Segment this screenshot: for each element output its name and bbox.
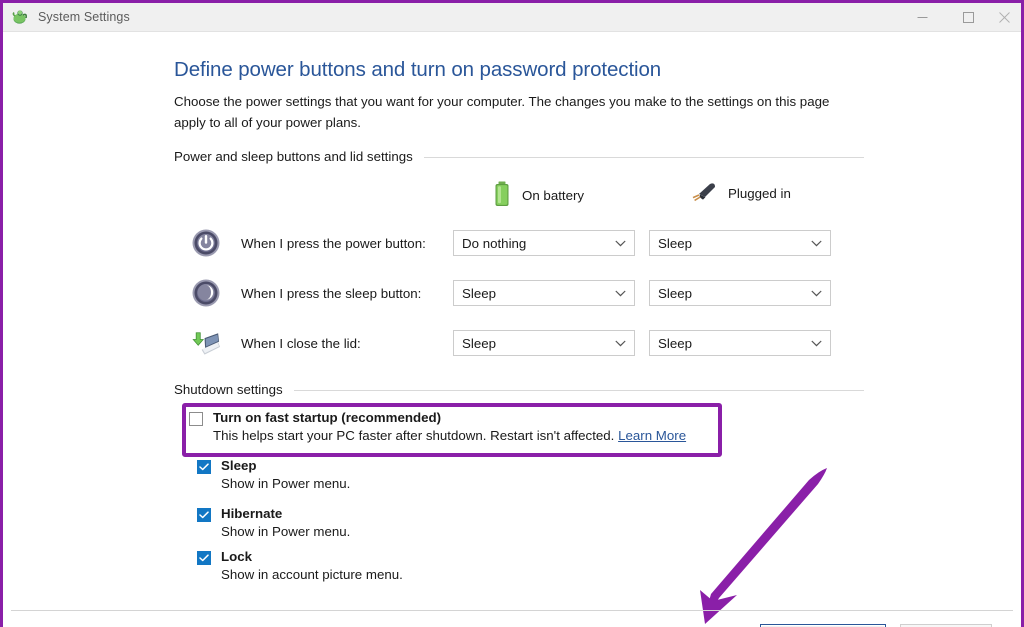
column-header-on-battery: On battery: [492, 180, 584, 211]
window-title: System Settings: [38, 10, 130, 24]
hibernate-option-label: Hibernate: [221, 506, 283, 521]
power-button-plugged-in-dropdown[interactable]: Sleep: [649, 230, 831, 256]
power-plug-icon: [688, 180, 718, 207]
sleep-button-icon: [189, 278, 222, 308]
chevron-down-icon: [811, 284, 822, 302]
power-button-on-battery-value: Do nothing: [462, 235, 527, 251]
laptop-lid-icon: [189, 328, 222, 358]
settings-watering-can-icon: [11, 8, 29, 26]
section-header-power-sleep-label: Power and sleep buttons and lid settings: [174, 149, 413, 164]
footer-divider: [11, 610, 1013, 611]
fast-startup-description-text: This helps start your PC faster after sh…: [213, 428, 615, 443]
title-bar: System Settings: [3, 3, 1021, 32]
maximize-icon[interactable]: [945, 3, 991, 32]
page-content: Define power buttons and turn on passwor…: [3, 32, 1021, 627]
fast-startup-description: This helps start your PC faster after sh…: [213, 428, 715, 443]
window-controls: [899, 3, 1021, 32]
option-fast-startup: Turn on fast startup (recommended) This …: [189, 410, 715, 443]
column-header-plugged-in-label: Plugged in: [728, 186, 791, 201]
setting-row-close-lid: When I close the lid: Sleep Sleep: [189, 328, 889, 358]
sleep-option-description: Show in Power menu.: [221, 476, 351, 491]
column-header-on-battery-label: On battery: [522, 188, 585, 203]
pointer-arrow: [700, 468, 827, 624]
section-divider: [293, 390, 864, 391]
setting-row-sleep-button: When I press the sleep button: Sleep Sle…: [189, 278, 889, 308]
power-button-icon: [189, 228, 222, 258]
setting-row-sleep-button-label: When I press the sleep button:: [241, 285, 422, 301]
chevron-down-icon: [615, 284, 626, 302]
battery-icon: [492, 180, 512, 211]
close-lid-on-battery-value: Sleep: [462, 335, 497, 351]
setting-row-power-button: When I press the power button: Do nothin…: [189, 228, 889, 258]
fast-startup-checkbox[interactable]: [189, 412, 203, 426]
chevron-down-icon: [811, 334, 822, 352]
sleep-button-plugged-in-dropdown[interactable]: Sleep: [649, 280, 831, 306]
lock-checkbox[interactable]: [197, 551, 211, 565]
section-header-shutdown: Shutdown settings: [174, 382, 864, 397]
close-icon[interactable]: [991, 3, 1021, 32]
minimize-icon[interactable]: [899, 3, 945, 32]
hibernate-option-description: Show in Power menu.: [221, 524, 351, 539]
column-header-plugged-in: Plugged in: [688, 180, 791, 207]
power-button-plugged-in-value: Sleep: [658, 235, 693, 251]
learn-more-link[interactable]: Learn More: [618, 428, 686, 443]
system-settings-window: System Settings Define power buttons and…: [0, 0, 1024, 627]
lock-option-label: Lock: [221, 549, 253, 564]
fast-startup-label: Turn on fast startup (recommended): [213, 410, 442, 425]
section-divider: [423, 157, 864, 158]
close-lid-on-battery-dropdown[interactable]: Sleep: [453, 330, 635, 356]
page-description: Choose the power settings that you want …: [174, 94, 830, 130]
sleep-checkbox[interactable]: [197, 460, 211, 474]
chevron-down-icon: [811, 234, 822, 252]
option-lock: Lock Show in account picture menu.: [197, 549, 403, 582]
option-sleep: Sleep Show in Power menu.: [197, 458, 350, 491]
chevron-down-icon: [615, 234, 626, 252]
power-button-on-battery-dropdown[interactable]: Do nothing: [453, 230, 635, 256]
page-title: Define power buttons and turn on passwor…: [174, 58, 662, 81]
section-header-shutdown-label: Shutdown settings: [174, 382, 283, 397]
setting-row-power-button-label: When I press the power button:: [241, 235, 426, 251]
option-hibernate: Hibernate Show in Power menu.: [197, 506, 350, 539]
lock-option-description: Show in account picture menu.: [221, 567, 403, 582]
sleep-option-label: Sleep: [221, 458, 257, 473]
chevron-down-icon: [615, 334, 626, 352]
section-header-power-sleep: Power and sleep buttons and lid settings: [174, 149, 864, 164]
close-lid-plugged-in-dropdown[interactable]: Sleep: [649, 330, 831, 356]
close-lid-plugged-in-value: Sleep: [658, 335, 693, 351]
sleep-button-on-battery-value: Sleep: [462, 285, 497, 301]
sleep-button-plugged-in-value: Sleep: [658, 285, 693, 301]
sleep-button-on-battery-dropdown[interactable]: Sleep: [453, 280, 635, 306]
hibernate-checkbox[interactable]: [197, 508, 211, 522]
setting-row-close-lid-label: When I close the lid:: [241, 335, 361, 351]
